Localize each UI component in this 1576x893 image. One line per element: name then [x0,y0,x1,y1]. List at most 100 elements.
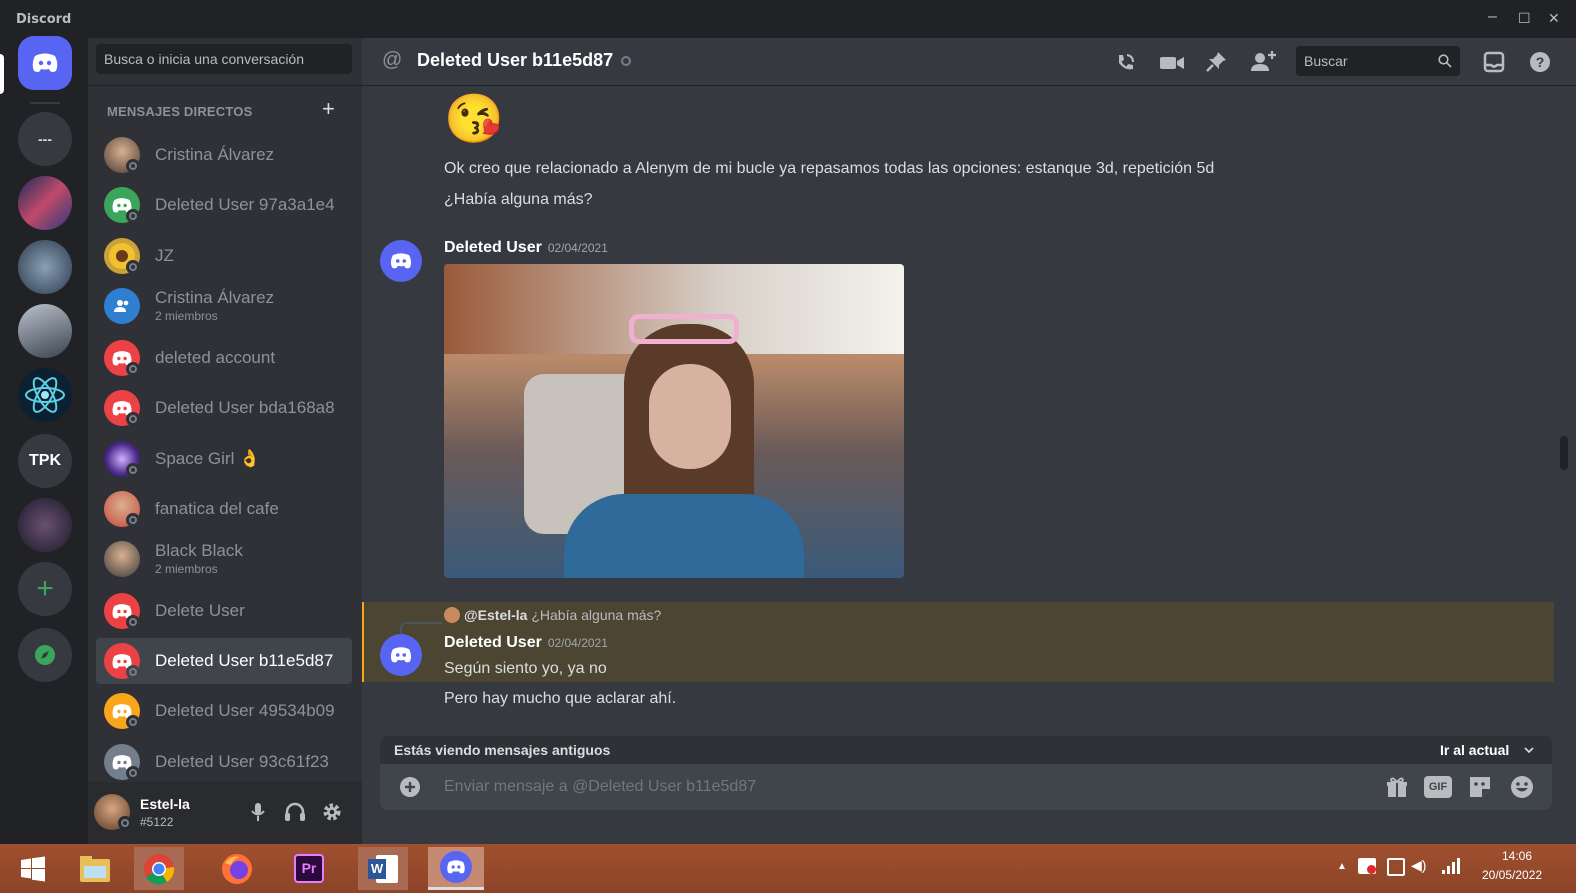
reply-connector [400,622,442,634]
dm-item[interactable]: JZ [96,233,352,279]
dm-item[interactable]: Delete User [96,588,352,634]
word-label: W [368,858,386,879]
svg-text:?: ? [1536,54,1545,70]
chrome-icon[interactable] [134,847,184,890]
discord-icon[interactable] [428,847,484,890]
dm-member-count: 2 miembros [155,562,218,576]
explore-button[interactable] [18,628,72,682]
call-icon[interactable] [1114,52,1136,74]
emoji-kiss: 😘 [444,93,504,146]
tray-overflow-button[interactable]: ▲ [1337,861,1347,872]
guild-icon-4[interactable] [18,498,72,552]
headphones-icon[interactable] [284,802,306,822]
message-author[interactable]: Deleted User [444,634,542,651]
chevron-down-icon [1524,747,1534,754]
volume-icon[interactable]: ◀) [1411,857,1426,874]
dm-name: deleted account [155,348,276,367]
dm-name: JZ [155,246,174,265]
video-icon[interactable] [1159,54,1185,72]
app-title: Discord [16,12,72,27]
status-indicator [126,260,140,274]
chat-title: Deleted User b11e5d87 [417,50,614,70]
dm-item[interactable]: Black Black 2 miembros [96,536,352,582]
add-attachment-icon[interactable] [400,777,420,797]
avatar [444,607,460,623]
premiere-icon[interactable]: Pr [284,847,334,890]
windows-start-icon[interactable] [8,847,58,890]
plus-icon: + [36,572,54,605]
dm-item[interactable]: Deleted User b11e5d87 [96,638,352,684]
message-text: Según siento yo, ya no [444,660,607,677]
photo-attachment[interactable] [444,264,904,578]
new-dm-button[interactable]: + [322,96,335,122]
clock-date[interactable]: 20/05/2022 [1482,868,1542,882]
help-icon[interactable]: ? [1529,51,1551,73]
avatar[interactable] [380,634,422,676]
message-author[interactable]: Deleted User [444,239,542,256]
add-server-button[interactable]: + [18,562,72,616]
home-button[interactable] [18,36,72,90]
dm-search-input[interactable]: Busca o inicia una conversación [96,44,352,74]
guild-icon-3[interactable] [18,304,72,358]
chat-search-input[interactable]: Buscar [1296,46,1460,76]
search-placeholder: Buscar [1304,53,1348,69]
dm-item[interactable]: deleted account [96,335,352,381]
add-member-icon[interactable] [1250,49,1278,73]
gear-icon[interactable] [322,802,342,822]
guild-separator [30,102,60,104]
dm-name: Deleted User 49534b09 [155,701,335,720]
gif-icon[interactable]: GIF [1424,776,1452,798]
scrollbar-thumb[interactable] [1560,436,1568,470]
guild-icon-atom[interactable] [18,368,72,422]
dm-item[interactable]: Deleted User bda168a8 [96,385,352,431]
microphone-icon[interactable] [251,802,265,822]
status-indicator [126,362,140,376]
reply-mention[interactable]: @Estel-la [464,607,527,623]
dm-item[interactable]: Deleted User 93c61f23 [96,739,352,785]
dm-item[interactable]: fanatica del cafe [96,486,352,532]
username: Estel-la [140,796,190,812]
word-icon[interactable]: W [358,847,408,890]
clock-time[interactable]: 14:06 [1502,849,1532,863]
premiere-label: Pr [294,854,324,883]
status-indicator [126,463,140,477]
emoji-icon[interactable] [1510,775,1534,799]
guild-tpk[interactable]: TPK [18,434,72,488]
status-indicator [126,513,140,527]
guild-placeholder[interactable]: --- [18,112,72,166]
dm-name: Cristina Álvarez [155,288,275,307]
inbox-icon[interactable] [1483,51,1505,73]
jump-to-present-button[interactable]: Ir al actual [1440,742,1509,758]
dm-item[interactable]: Space Girl 👌 [96,436,352,482]
message-composer[interactable]: Enviar mensaje a @Deleted User b11e5d87 … [380,764,1552,810]
pin-icon[interactable] [1205,51,1227,73]
firefox-icon[interactable] [212,847,262,890]
reply-preview[interactable]: ¿Había alguna más? [531,607,661,623]
dm-item[interactable]: Deleted User 49534b09 [96,688,352,734]
dm-item[interactable]: Cristina Álvarez 2 miembros [96,283,352,329]
signal-icon[interactable] [1442,858,1460,874]
server-list: --- TPK + [0,36,88,844]
status-indicator [126,766,140,780]
dm-item[interactable]: Deleted User 97a3a1e4 [96,182,352,228]
avatar[interactable] [380,240,422,282]
minimize-button[interactable]: – [1488,8,1497,26]
dm-section-header: MENSAJES DIRECTOS [107,104,253,119]
old-messages-text: Estás viendo mensajes antiguos [394,742,611,758]
file-explorer-icon[interactable] [70,847,120,890]
discord-logo-icon [32,53,58,72]
guild-icon-1[interactable] [18,176,72,230]
user-tag: #5122 [140,815,174,829]
status-indicator [118,816,132,830]
dm-name: Deleted User 93c61f23 [155,752,329,771]
sticker-icon[interactable] [1468,775,1492,799]
maximize-button[interactable]: ☐ [1518,10,1531,27]
gift-icon[interactable] [1386,776,1408,798]
dm-name: Space Girl 👌 [155,449,261,468]
network-icon[interactable] [1387,858,1405,876]
old-messages-banner: Estás viendo mensajes antiguos Ir al act… [380,736,1552,764]
flag-icon[interactable] [1358,858,1376,874]
close-button[interactable]: ✕ [1548,10,1560,27]
dm-item[interactable]: Cristina Álvarez [96,132,352,178]
guild-icon-2[interactable] [18,240,72,294]
